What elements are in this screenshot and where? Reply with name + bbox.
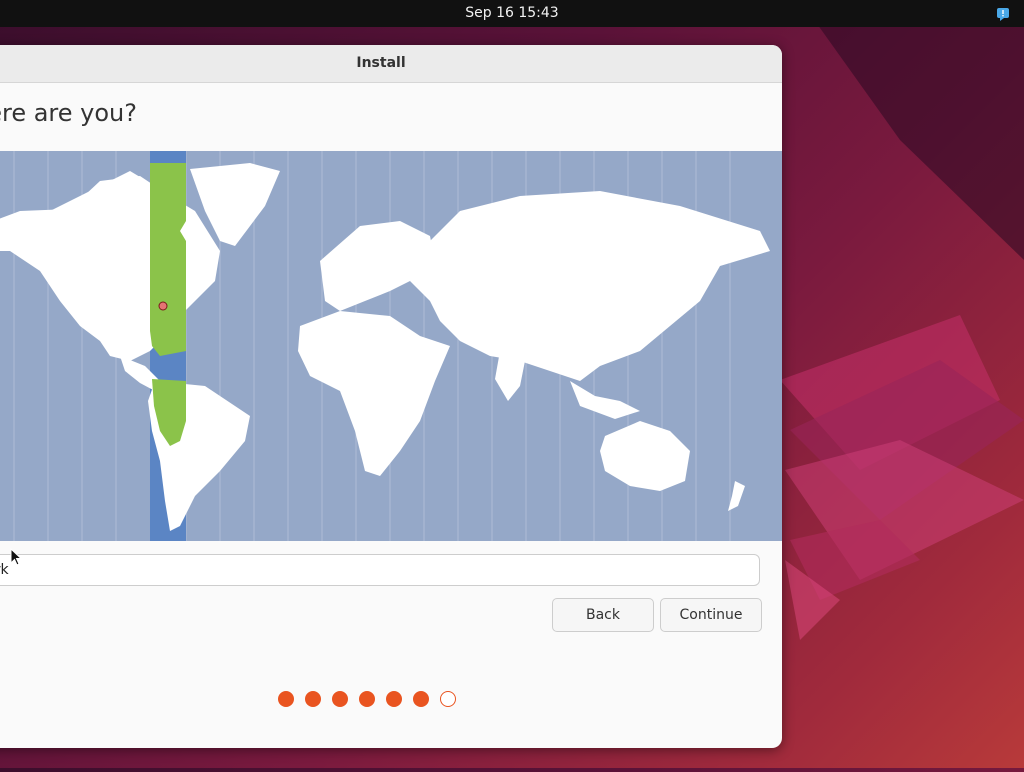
top-bar: Sep 16 15:43 [0,0,1024,27]
progress-dot-completed [305,691,321,707]
progress-dot-completed [278,691,294,707]
timezone-map[interactable] [0,151,782,541]
back-button[interactable]: Back [552,598,654,632]
notification-icon[interactable] [996,6,1010,21]
progress-dot-completed [332,691,348,707]
mouse-pointer-icon [10,547,23,566]
timezone-input[interactable] [0,554,760,586]
window-title: Install [0,45,782,83]
progress-dot-completed [413,691,429,707]
clock[interactable]: Sep 16 15:43 [0,0,1024,27]
page-title: here are you? [0,99,137,127]
progress-dot-completed [359,691,375,707]
installer-window: Install here are you? [0,45,782,748]
progress-dot-current [440,691,456,707]
continue-button[interactable]: Continue [660,598,762,632]
progress-dots [278,691,456,707]
progress-dot-completed [386,691,402,707]
